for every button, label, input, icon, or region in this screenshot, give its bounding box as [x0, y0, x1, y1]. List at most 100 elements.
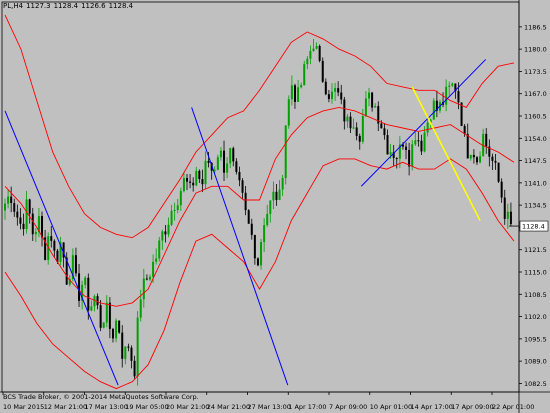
candle-body: [111, 328, 114, 339]
candle-body: [195, 170, 198, 186]
candle-body: [232, 148, 235, 162]
time-tick-label: 19 Mar 05:00: [125, 403, 168, 411]
high-value: 1128.4: [53, 2, 79, 10]
candle-body: [247, 210, 250, 224]
candle-body: [96, 296, 99, 306]
candle-body: [253, 234, 256, 259]
time-tick-label: 17 Apr 09:00: [451, 403, 493, 411]
candle-body: [93, 296, 96, 307]
candle-body: [380, 123, 383, 129]
candle-body: [198, 170, 201, 180]
price-tick-label: 1173.5: [524, 68, 547, 76]
price-tick-label: 1141.0: [524, 179, 547, 187]
candle-body: [290, 85, 293, 100]
candle-body: [315, 45, 318, 49]
candle-body: [324, 81, 327, 95]
candle-body: [497, 162, 500, 182]
price-tick-label: 1089.0: [524, 358, 547, 366]
candle-body: [300, 85, 303, 88]
time-tick-label: 10 Apr 01:00: [370, 403, 412, 411]
candle-body: [229, 148, 232, 164]
candle-body: [432, 100, 435, 120]
candle-body: [506, 211, 509, 219]
candle-body: [219, 150, 222, 158]
candle-body: [260, 242, 263, 266]
blue-trendline: [4, 110, 119, 386]
candle-body: [343, 99, 346, 122]
candle-body: [352, 127, 355, 129]
candle-body: [78, 273, 81, 301]
candle-body: [327, 94, 330, 100]
candle-body: [349, 116, 352, 129]
price-tick-label: 1147.5: [524, 157, 547, 165]
candle-body: [53, 240, 56, 251]
candle-body: [383, 128, 386, 136]
candle-body: [118, 320, 121, 333]
candle-body: [405, 146, 408, 150]
candle-body: [139, 299, 142, 318]
time-tick-label: 12 Mar 21:00: [44, 403, 87, 411]
candle-body: [31, 213, 34, 235]
candle-body: [179, 191, 182, 206]
candle-body: [417, 140, 420, 142]
time-tick-label: 27 Mar 13:00: [248, 403, 291, 411]
price-tick-label: 1180.0: [524, 46, 547, 54]
candle-body: [414, 140, 417, 145]
candle-body: [293, 85, 296, 102]
candle-body: [494, 160, 497, 163]
candle-body: [358, 135, 361, 142]
candle-body: [485, 133, 488, 147]
candle-body: [244, 192, 247, 211]
candle-body: [34, 232, 37, 235]
time-tick-label: 17 Mar 13:00: [85, 403, 128, 411]
candle-body: [148, 276, 151, 280]
time-tick-label: 7 Apr 09:00: [329, 403, 367, 411]
candle-body: [84, 277, 87, 285]
candle-body: [213, 169, 216, 171]
candle-body: [256, 258, 259, 266]
candle-body: [50, 236, 53, 241]
candle-body: [457, 91, 460, 103]
candle-body: [115, 320, 118, 339]
candle-body: [161, 231, 164, 241]
price-chart[interactable]: 1186.5 1180.0 1173.5 1167.0 1160.5 1154.0 1147…: [0, 0, 550, 413]
price-tick-label: 1167.0: [524, 90, 547, 98]
price-tick-label: 1134.5: [524, 202, 547, 210]
candle-body: [127, 346, 130, 348]
blue-trendline: [360, 59, 487, 187]
candle-body: [321, 60, 324, 82]
candle-body: [41, 216, 44, 238]
candle-body: [281, 178, 284, 190]
candle-body: [226, 163, 229, 173]
candle-body: [306, 58, 309, 65]
time-tick-label: 22 Apr 01:00: [492, 403, 534, 411]
candle-body: [423, 132, 426, 152]
candle-body: [164, 231, 167, 235]
candle-body: [155, 258, 158, 262]
candle-body: [472, 154, 475, 158]
candle-body: [158, 240, 161, 259]
candle-body: [346, 116, 349, 122]
time-tick-label: 10 Mar 2015: [3, 403, 44, 411]
candle-body: [99, 305, 102, 328]
candle-body: [28, 199, 31, 214]
candle-body: [13, 203, 16, 212]
candle-body: [408, 149, 411, 167]
candle-body: [182, 178, 185, 192]
candle-body: [297, 87, 300, 102]
candle-body: [7, 196, 10, 204]
candle-body: [426, 122, 429, 133]
candle-body: [503, 197, 506, 219]
candle-body: [448, 85, 451, 87]
candle-body: [4, 203, 6, 211]
price-tick-label: 1108.5: [524, 291, 547, 299]
chart-window[interactable]: 1186.5 1180.0 1173.5 1167.0 1160.5 1154.0 1147…: [0, 0, 550, 413]
candle-body: [238, 171, 241, 181]
open-value: 1127.3: [26, 2, 51, 10]
price-tick-label: 1082.5: [524, 380, 547, 388]
candle-body: [207, 160, 210, 163]
price-tick-label: 1102.0: [524, 313, 547, 321]
candle-body: [10, 196, 13, 204]
candle-body: [176, 205, 179, 210]
candle-body: [121, 332, 124, 359]
